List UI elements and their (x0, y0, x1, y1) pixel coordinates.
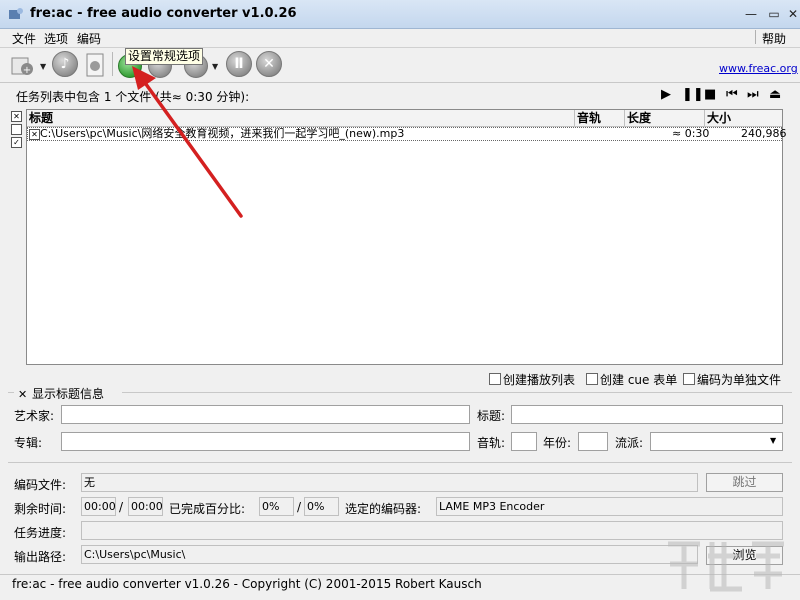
menu-help[interactable]: 帮助 (762, 30, 786, 47)
percent-total-value: 0% (304, 497, 339, 516)
year-label: 年份: (543, 436, 572, 450)
file-info-icon[interactable] (84, 52, 106, 78)
column-size[interactable]: 大小 (707, 110, 731, 126)
encode-single-checkbox[interactable] (683, 373, 695, 385)
row-size: 240,986 (741, 127, 787, 140)
remaining-time-value: 00:00 (81, 497, 116, 516)
encoder-label: 选定的编码器: (345, 502, 422, 516)
create-cue-checkbox[interactable] (586, 373, 598, 385)
pause-icon[interactable]: Ⅱ (226, 51, 252, 77)
app-icon (9, 8, 23, 19)
toolbar-separator (112, 52, 113, 76)
create-playlist-label: 创建播放列表 (503, 373, 576, 387)
output-path-value: C:\Users\pc\Music\ (81, 545, 698, 564)
show-title-info-checkbox[interactable]: ✕ (18, 388, 27, 401)
website-link[interactable]: www.freac.org (719, 62, 798, 75)
toggle-selection-checkbox[interactable]: ✓ (11, 137, 22, 148)
genre-label: 流派: (615, 436, 644, 450)
track-input[interactable] (511, 432, 537, 451)
menu-options[interactable]: 选项 (44, 30, 68, 47)
close-button[interactable]: ✕ (786, 8, 800, 20)
maximize-button[interactable]: ▭ (767, 8, 781, 20)
title-input[interactable] (511, 405, 783, 424)
stop-playback-icon[interactable]: ■ (704, 88, 716, 102)
stop-icon[interactable]: ✕ (256, 51, 282, 77)
next-track-icon[interactable]: ⏭ (747, 88, 759, 102)
row-length: ≈ 0:30 (672, 127, 710, 140)
minimize-button[interactable]: — (744, 8, 758, 20)
skip-button[interactable]: 跳过 (706, 473, 783, 492)
percent-value: 0% (259, 497, 294, 516)
encoding-file-value: 无 (81, 473, 698, 492)
encoding-file-label: 编码文件: (14, 478, 67, 492)
create-cue-label: 创建 cue 表单 (600, 373, 678, 387)
status-text: fre:ac - free audio converter v1.0.26 - … (12, 577, 482, 591)
column-length[interactable]: 长度 (627, 110, 651, 126)
window-title: fre:ac - free audio converter v1.0.26 (30, 6, 297, 21)
column-track[interactable]: 音轨 (577, 110, 601, 126)
column-separator (624, 110, 625, 126)
menu-encode[interactable]: 编码 (77, 30, 101, 47)
show-title-info-label: 显示标题信息 (32, 387, 105, 401)
job-list[interactable] (26, 109, 783, 365)
genre-select[interactable] (650, 432, 783, 451)
artist-label: 艺术家: (14, 409, 55, 423)
previous-track-icon[interactable]: ⏮ (726, 88, 738, 102)
album-label: 专辑: (14, 436, 43, 450)
menu-file[interactable]: 文件 (12, 30, 36, 47)
slash-separator: / (119, 500, 124, 514)
tooltip: 设置常规选项 (125, 48, 204, 65)
chevron-down-icon[interactable]: ▼ (212, 62, 218, 71)
menu-bar (0, 29, 800, 48)
add-cd-icon[interactable]: ♪ (52, 51, 78, 77)
add-files-icon[interactable]: + (10, 52, 36, 78)
year-input[interactable] (578, 432, 608, 451)
list-header (27, 110, 782, 127)
artist-input[interactable] (61, 405, 470, 424)
menu-separator (755, 30, 756, 44)
section-divider (8, 462, 792, 463)
encoder-value: LAME MP3 Encoder (436, 497, 783, 516)
encode-single-label: 编码为单独文件 (697, 373, 782, 387)
eject-icon[interactable]: ⏏ (769, 88, 781, 102)
slash-separator: / (297, 500, 302, 514)
remaining-time-label: 剩余时间: (14, 502, 67, 516)
select-all-checkbox[interactable]: ✕ (11, 111, 22, 122)
column-separator (704, 110, 705, 126)
title-label: 标题: (477, 409, 506, 423)
select-none-checkbox[interactable] (11, 124, 22, 135)
job-summary: 任务列表中包含 1 个文件 (共≈ 0:30 分钟): (16, 90, 250, 104)
create-playlist-checkbox[interactable] (489, 373, 501, 385)
track-label: 音轨: (477, 436, 506, 450)
percent-label: 已完成百分比: (169, 502, 246, 516)
row-checkbox[interactable]: ✕ (29, 129, 40, 140)
svg-text:+: + (23, 65, 31, 76)
column-title[interactable]: 标题 (29, 110, 53, 126)
job-progress-label: 任务进度: (14, 526, 67, 540)
column-separator (574, 110, 575, 126)
total-time-value: 00:00 (128, 497, 163, 516)
album-input[interactable] (61, 432, 470, 451)
watermark-logo (668, 541, 784, 592)
chevron-down-icon[interactable]: ▼ (770, 436, 776, 445)
output-path-label: 输出路径: (14, 550, 67, 564)
chevron-down-icon[interactable]: ▼ (40, 62, 46, 71)
pause-playback-icon[interactable]: ❚❚ (682, 88, 704, 102)
play-icon[interactable]: ▶ (661, 88, 671, 102)
section-divider (8, 392, 792, 393)
row-title: C:\Users\pc\Music\网络安全教育视频，进来我们一起学习吧_(ne… (40, 127, 405, 140)
